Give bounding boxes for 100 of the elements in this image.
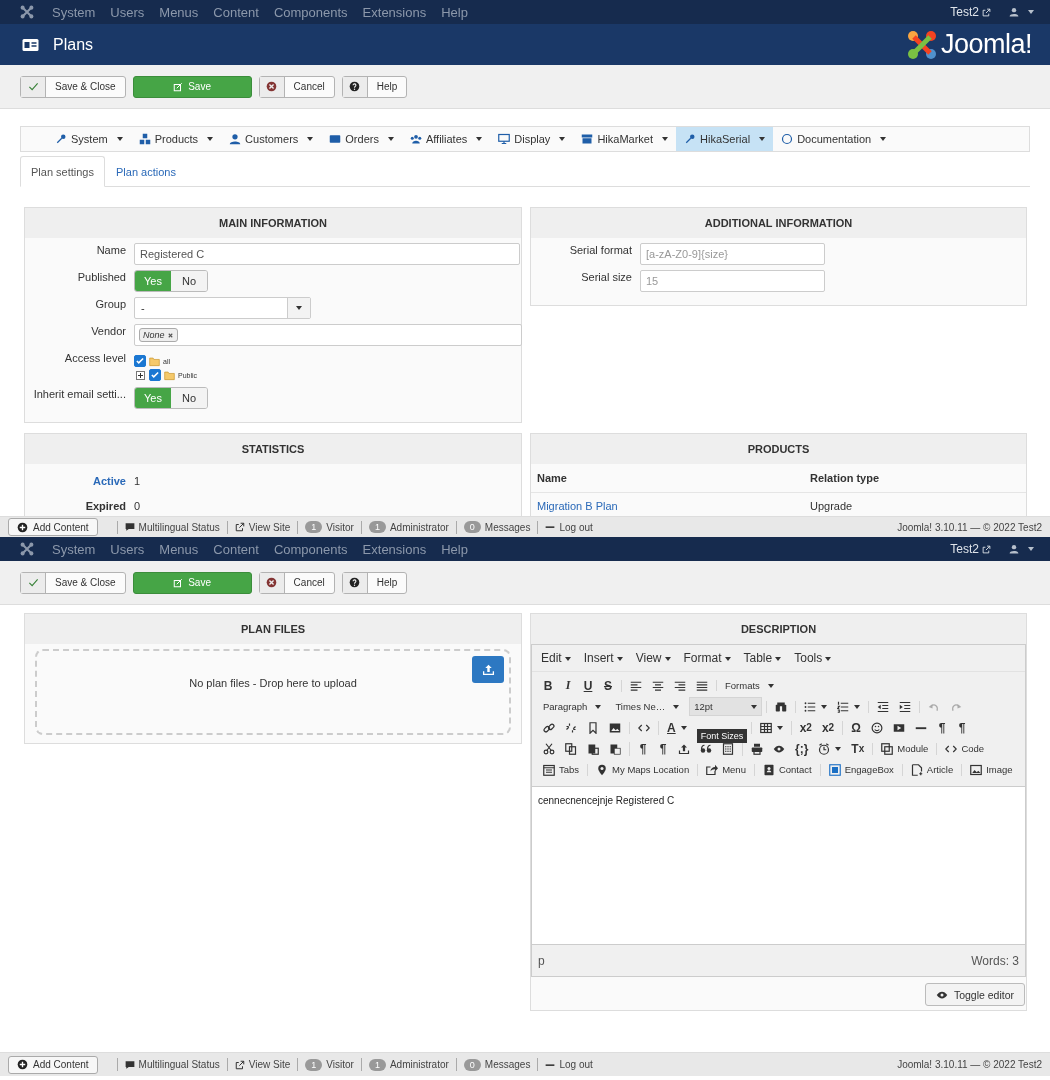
page-break-icon[interactable] bbox=[722, 742, 734, 755]
copy-icon[interactable] bbox=[565, 742, 577, 755]
component-menu-item[interactable]: Products bbox=[130, 127, 222, 151]
align-left-icon[interactable] bbox=[630, 679, 642, 692]
status-link[interactable]: Log out bbox=[545, 521, 593, 533]
checkbox[interactable] bbox=[149, 369, 161, 381]
editor-menu[interactable]: Format bbox=[678, 651, 739, 665]
numbered-list-icon[interactable] bbox=[837, 700, 850, 713]
status-link[interactable]: Multilingual Status bbox=[124, 1059, 220, 1070]
text-field[interactable]: 15 bbox=[640, 270, 825, 292]
joomla-icon[interactable] bbox=[20, 5, 34, 19]
menu-item[interactable]: Components bbox=[273, 541, 348, 557]
menu-item[interactable]: Help bbox=[441, 4, 468, 20]
status-link[interactable]: Multilingual Status bbox=[124, 521, 220, 533]
element-path[interactable]: p bbox=[538, 953, 545, 968]
component-menu-item[interactable]: Documentation bbox=[773, 127, 895, 151]
cut-icon[interactable] bbox=[543, 742, 555, 755]
toolbar-button[interactable]: Help bbox=[341, 571, 408, 594]
site-link[interactable]: Test2 bbox=[950, 542, 979, 556]
component-menu-item[interactable]: HikaMarket bbox=[573, 127, 676, 151]
menu-item[interactable]: Components bbox=[273, 4, 348, 20]
toolbar-button[interactable]: Help bbox=[341, 75, 408, 98]
bookmark-icon[interactable] bbox=[587, 721, 599, 734]
menu-item[interactable]: System bbox=[52, 4, 96, 20]
drop-zone[interactable]: No plan files - Drop here to upload bbox=[35, 649, 511, 735]
print-icon[interactable] bbox=[751, 742, 763, 755]
menu-item[interactable]: Help bbox=[441, 541, 468, 557]
menu-item[interactable]: System bbox=[52, 541, 96, 557]
media-icon[interactable] bbox=[893, 721, 906, 734]
justify-icon[interactable] bbox=[696, 679, 708, 692]
component-menu-item[interactable]: Customers bbox=[221, 127, 322, 151]
editor-menu[interactable]: Insert bbox=[578, 651, 631, 665]
select-field[interactable]: - bbox=[134, 297, 311, 319]
text-field[interactable]: [a-zA-Z0-9]{size} bbox=[640, 243, 825, 265]
editor-dropdown[interactable]: Paragraph bbox=[539, 701, 606, 712]
editor-tool-button[interactable]: ¶ bbox=[933, 720, 952, 735]
clock-icon[interactable] bbox=[818, 742, 831, 755]
product-link[interactable]: Migration B Plan bbox=[537, 500, 810, 512]
editor-tool-button[interactable]: Ω bbox=[847, 720, 866, 735]
status-link[interactable]: View Site bbox=[234, 521, 291, 533]
component-menu-item[interactable]: Orders bbox=[321, 127, 402, 151]
editor-tool-button[interactable]: Code bbox=[941, 742, 989, 755]
stat-link[interactable]: Active bbox=[25, 475, 134, 487]
expander-icon[interactable] bbox=[136, 370, 145, 380]
status-link[interactable]: 0 Messages bbox=[463, 521, 531, 533]
editor-tool-button[interactable]: Image bbox=[966, 763, 1017, 776]
component-menu-item[interactable]: System bbox=[47, 127, 131, 151]
editor-tool-button[interactable]: B bbox=[539, 678, 557, 693]
menu-item[interactable]: Extensions bbox=[362, 541, 427, 557]
status-link[interactable]: Log out bbox=[545, 1059, 593, 1070]
menu-item[interactable]: Users bbox=[110, 541, 145, 557]
toolbar-button[interactable]: Save & Close bbox=[20, 571, 126, 594]
editor-tool-button[interactable]: S bbox=[599, 678, 617, 693]
indent-icon[interactable] bbox=[899, 700, 912, 713]
editor-tool-button[interactable]: Tabs bbox=[539, 763, 584, 776]
image-icon[interactable] bbox=[609, 721, 621, 734]
user-menu[interactable] bbox=[1009, 544, 1034, 554]
outdent-icon[interactable] bbox=[877, 700, 890, 713]
editor-tool-button[interactable]: EngageBox bbox=[824, 763, 898, 776]
status-link[interactable]: 0 Messages bbox=[463, 1058, 531, 1071]
editor-dropdown[interactable]: Formats bbox=[721, 680, 778, 691]
paste-icon[interactable] bbox=[587, 742, 599, 755]
editor-tool-button[interactable]: Module bbox=[877, 742, 933, 755]
toggle-option[interactable]: No bbox=[171, 271, 207, 291]
text-field[interactable]: Registered C bbox=[134, 243, 520, 265]
editor-tool-button[interactable]: Contact bbox=[758, 763, 816, 776]
toolbar-button[interactable]: Cancel bbox=[258, 571, 335, 594]
editor-tool-button[interactable]: ¶ bbox=[634, 741, 652, 756]
editor-menu[interactable]: Table bbox=[738, 651, 790, 665]
component-menu-item[interactable]: Display bbox=[490, 127, 574, 151]
menu-item[interactable]: Menus bbox=[159, 4, 199, 20]
editor-menu[interactable]: Tools bbox=[789, 651, 840, 665]
tab[interactable]: Plan actions bbox=[105, 156, 187, 187]
component-menu-item[interactable]: Affiliates bbox=[401, 127, 491, 151]
smiley-icon[interactable] bbox=[871, 721, 884, 734]
editor-tool-button[interactable]: A bbox=[663, 720, 691, 735]
checkbox[interactable] bbox=[134, 355, 146, 367]
status-link[interactable]: 1 Visitor bbox=[305, 521, 354, 533]
status-link[interactable]: 1 Visitor bbox=[305, 1058, 354, 1071]
editor-tool-button[interactable]: ¶ bbox=[654, 741, 672, 756]
toolbar-button[interactable]: Cancel bbox=[258, 75, 335, 98]
table-icon[interactable] bbox=[759, 721, 772, 734]
toggle-editor-button[interactable]: Toggle editor bbox=[924, 983, 1025, 1006]
upload-button[interactable] bbox=[472, 656, 504, 683]
quote-icon[interactable] bbox=[700, 742, 712, 755]
user-menu[interactable] bbox=[1009, 7, 1034, 17]
component-menu-item[interactable]: HikaSerial bbox=[676, 127, 774, 151]
tab[interactable]: Plan settings bbox=[20, 156, 105, 187]
status-link[interactable]: 1 Administrator bbox=[368, 521, 449, 533]
paste-text-icon[interactable] bbox=[609, 742, 621, 755]
editor-menu[interactable]: View bbox=[630, 651, 679, 665]
align-center-icon[interactable] bbox=[652, 679, 664, 692]
status-link[interactable]: View Site bbox=[234, 1059, 291, 1070]
editor-tool-button[interactable]: ¶ bbox=[953, 720, 972, 735]
tag-field[interactable]: None bbox=[134, 324, 522, 346]
editor-content[interactable]: cennecnencejnje Registered C bbox=[532, 786, 1025, 944]
close-icon[interactable] bbox=[166, 331, 174, 339]
unlink-icon[interactable] bbox=[565, 721, 577, 734]
menu-item[interactable]: Content bbox=[213, 4, 259, 20]
align-right-icon[interactable] bbox=[674, 679, 686, 692]
